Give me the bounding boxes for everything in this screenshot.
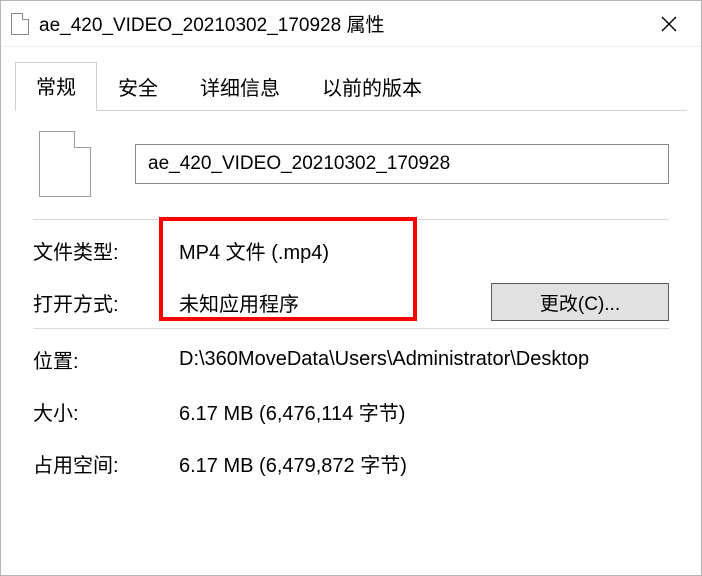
value-size: 6.17 MB (6,476,114 字节) [179, 397, 669, 426]
row-size-on-disk: 占用空间: 6.17 MB (6,479,872 字节) [33, 437, 669, 489]
label-location: 位置: [33, 345, 179, 374]
row-size: 大小: 6.17 MB (6,476,114 字节) [33, 385, 669, 437]
tab-previous-versions[interactable]: 以前的版本 [301, 63, 443, 111]
row-open-with: 打开方式: 未知应用程序 更改(C)... [33, 276, 669, 328]
filename-row [33, 131, 669, 197]
divider [33, 219, 669, 220]
tab-security[interactable]: 安全 [97, 63, 179, 111]
label-file-type: 文件类型: [33, 236, 179, 265]
change-button[interactable]: 更改(C)... [491, 283, 669, 321]
close-icon [661, 16, 677, 32]
tab-general[interactable]: 常规 [15, 62, 97, 111]
file-type-icon [39, 131, 91, 197]
close-button[interactable] [647, 1, 691, 46]
row-location: 位置: D:\360MoveData\Users\Administrator\D… [33, 333, 669, 385]
value-file-type: MP4 文件 (.mp4) [179, 236, 669, 265]
label-size-on-disk: 占用空间: [33, 449, 179, 478]
value-open-with: 未知应用程序 [179, 288, 481, 317]
filename-input[interactable] [135, 144, 669, 184]
row-file-type: 文件类型: MP4 文件 (.mp4) [33, 224, 669, 276]
tab-content-general: 文件类型: MP4 文件 (.mp4) 打开方式: 未知应用程序 更改(C)..… [1, 111, 701, 489]
properties-dialog: ae_420_VIDEO_20210302_170928 属性 常规 安全 详细… [0, 0, 702, 576]
window-title: ae_420_VIDEO_20210302_170928 属性 [39, 10, 647, 37]
tabs: 常规 安全 详细信息 以前的版本 [15, 61, 687, 111]
value-location: D:\360MoveData\Users\Administrator\Deskt… [179, 348, 669, 371]
titlebar: ae_420_VIDEO_20210302_170928 属性 [1, 1, 701, 47]
divider [33, 328, 669, 329]
tab-details[interactable]: 详细信息 [179, 63, 301, 111]
tabs-container: 常规 安全 详细信息 以前的版本 [1, 47, 701, 111]
label-open-with: 打开方式: [33, 288, 179, 317]
value-size-on-disk: 6.17 MB (6,479,872 字节) [179, 449, 669, 478]
label-size: 大小: [33, 397, 179, 426]
file-icon [11, 13, 29, 35]
